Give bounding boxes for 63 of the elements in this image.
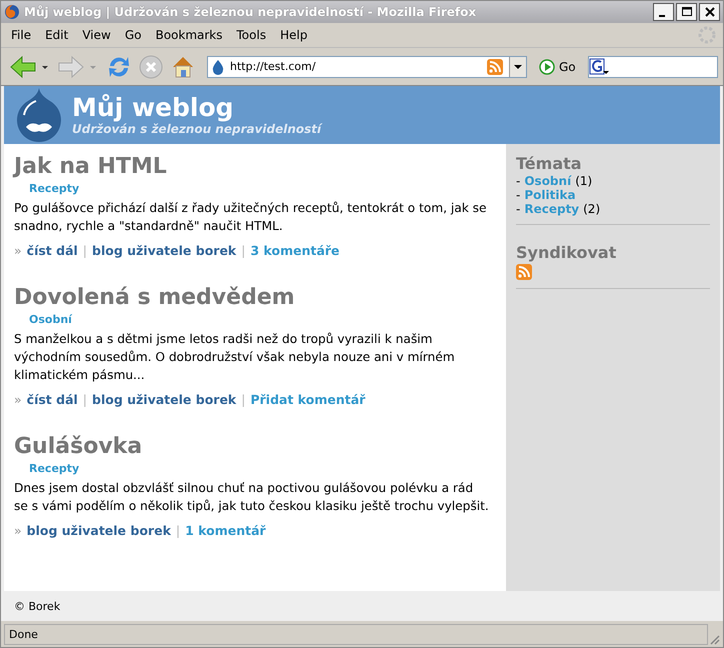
read-more-link[interactable]: číst dál	[26, 392, 78, 407]
link-separator: |	[82, 392, 88, 407]
blog-link[interactable]: blog uživatele borek	[26, 523, 171, 538]
site-slogan: Udržován s železnou nepravidelností	[72, 122, 322, 136]
caret-icon	[514, 62, 522, 70]
window-title: Můj weblog | Udržován s železnou nepravidelností - Mozilla Firefox	[24, 5, 478, 19]
post-body: Dnes jsem dostal obzvlášť silnou chuť na poctivou gulášovou polévku a rád se s vámi podělím o několik tipů, jak tuto českou klasiku ještě trochu vylepšit.	[14, 480, 490, 515]
post-body: S manželkou a s dětmi jsme letos radši než do tropů vyrazili k našim východním sousedům. O dobrodružství však nebyla nouze ani v mírném klimatickém pásmu...	[14, 331, 456, 384]
go-button[interactable]: Go	[559, 60, 576, 74]
bullet-mark: »	[14, 243, 22, 258]
link-separator: |	[241, 243, 246, 258]
bullet-mark: »	[14, 392, 22, 407]
address-field[interactable]: http://test.com/	[207, 56, 527, 78]
list-dash: -	[516, 188, 520, 202]
topic-count: (2)	[583, 202, 600, 216]
maximize-button[interactable]	[676, 3, 697, 21]
rss-icon[interactable]	[487, 58, 503, 74]
list-dash: -	[516, 174, 520, 188]
close-icon	[704, 7, 714, 17]
link-separator: |	[241, 392, 246, 407]
play-icon[interactable]	[539, 58, 555, 74]
comments-link[interactable]: 1 komentář	[185, 523, 266, 538]
resize-grip-icon[interactable]	[708, 633, 720, 645]
menu-item[interactable]: File	[5, 28, 38, 42]
dropdown-button[interactable]	[509, 56, 526, 76]
block-title: Témata	[516, 154, 582, 173]
menu-item[interactable]: View	[76, 28, 117, 42]
close-button[interactable]	[699, 3, 720, 21]
post-body: Po gulášovce přichází další z řady užitečných receptů, tentokrát o tom, jak se snadno, rychle a "standardně" naučit HTML.	[14, 200, 488, 235]
bullet-mark: »	[14, 523, 22, 538]
link-separator: |	[176, 523, 180, 538]
category-link[interactable]: Recepty	[29, 182, 80, 195]
minimize-icon	[659, 15, 665, 17]
topic-count: (1)	[575, 174, 592, 188]
category-link[interactable]: Osobní	[29, 313, 72, 326]
post-title[interactable]: Jak na HTML	[14, 154, 167, 180]
comments-link[interactable]: Přidat komentář	[250, 392, 366, 407]
category-link[interactable]: Recepty	[29, 462, 80, 475]
block-title: Syndikovat	[516, 243, 616, 262]
post-title[interactable]: Gulášovka	[14, 434, 142, 460]
blog-link[interactable]: blog uživatele borek	[92, 243, 236, 258]
menu-item[interactable]: Tools	[230, 28, 272, 42]
drop-icon	[210, 58, 226, 74]
maximize-icon	[682, 7, 692, 17]
comments-link[interactable]: 3 komentáře	[250, 243, 340, 258]
status-text: Done	[4, 624, 708, 644]
blog-link[interactable]: blog uživatele borek	[92, 392, 236, 407]
menu-item[interactable]: Go	[118, 28, 148, 42]
search-field[interactable]	[588, 56, 718, 78]
search-engine-icon[interactable]	[588, 58, 609, 76]
menu-item[interactable]: Edit	[39, 28, 74, 42]
post-title[interactable]: Dovolená s medvědem	[14, 285, 295, 311]
drop-logo-icon[interactable]	[14, 87, 64, 143]
menu-item[interactable]: Help	[274, 28, 314, 42]
read-more-link[interactable]: číst dál	[26, 243, 78, 258]
minimize-button[interactable]	[653, 3, 674, 21]
footer-text: © Borek	[14, 600, 60, 612]
stop-icon[interactable]	[137, 54, 165, 80]
rss-icon[interactable]	[516, 264, 532, 280]
link-separator: |	[82, 243, 88, 258]
menu-item[interactable]: Bookmarks	[149, 28, 229, 42]
list-dash: -	[516, 202, 520, 216]
throbber-icon	[697, 25, 717, 45]
